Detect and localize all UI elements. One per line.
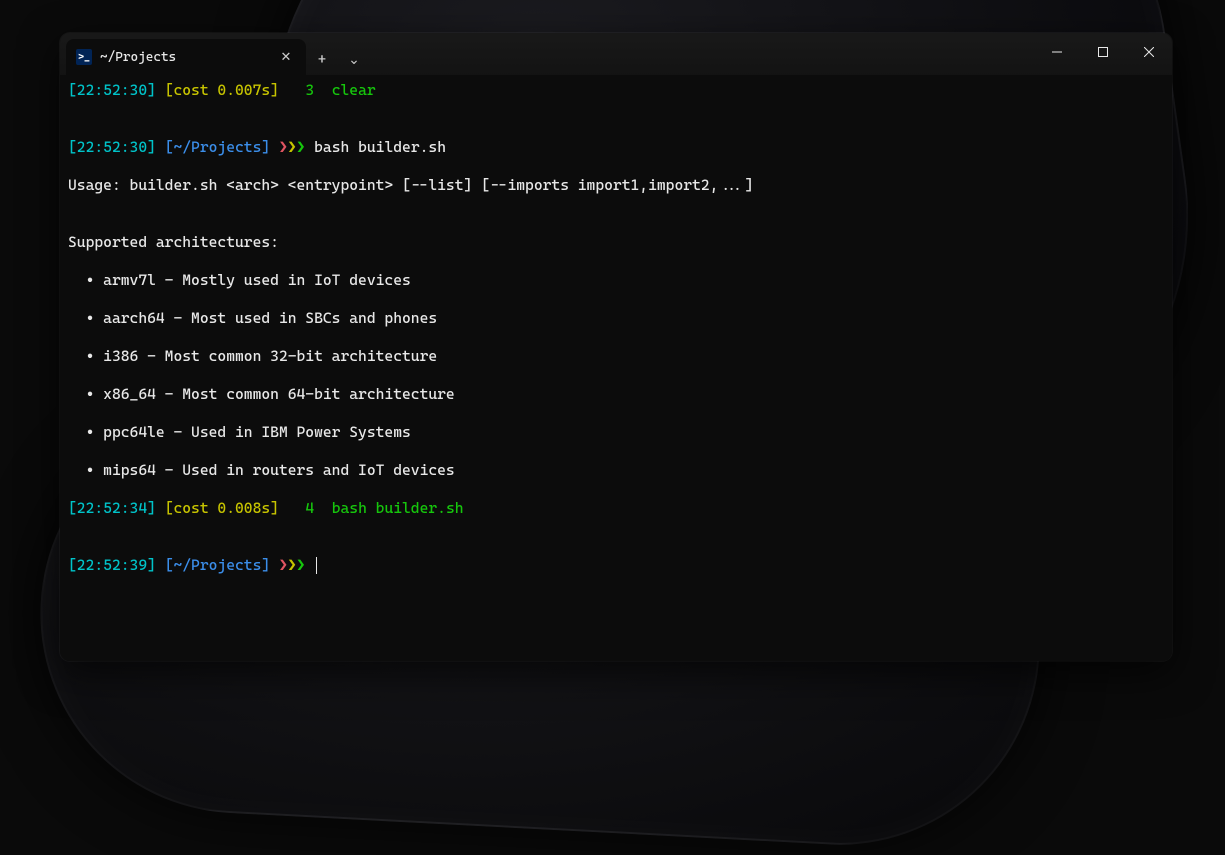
terminal-window: >_ ~/Projects ✕ + ⌄ [22:52:30] [cost 0.0…: [60, 33, 1172, 661]
prompt-chevron-icon: ❯: [288, 556, 297, 574]
terminal-output[interactable]: [22:52:30] [cost 0.007s] 3 clear [22:52:…: [60, 75, 1172, 661]
powershell-icon: >_: [76, 49, 92, 65]
prev-command: clear: [332, 81, 376, 99]
prompt-chevron-icon: ❯: [297, 556, 306, 574]
output-line: • armv7l - Mostly used in IoT devices: [68, 271, 1164, 290]
cwd-path: [~/Projects]: [165, 138, 270, 156]
output-line: • ppc64le - Used in IBM Power Systems: [68, 423, 1164, 442]
tab-actions: + ⌄: [306, 45, 370, 75]
window-controls: [1034, 33, 1172, 75]
output-line: • aarch64 - Most used in SBCs and phones: [68, 309, 1164, 328]
prompt-chevron-icon: ❯: [288, 138, 297, 156]
new-tab-button[interactable]: +: [306, 45, 338, 75]
history-number: 4: [305, 499, 314, 517]
prompt-chevron-icon: ❯: [279, 138, 288, 156]
history-number: 3: [305, 81, 314, 99]
tab-dropdown-button[interactable]: ⌄: [338, 45, 370, 75]
titlebar[interactable]: >_ ~/Projects ✕ + ⌄: [60, 33, 1172, 75]
cost-badge: [cost 0.008s]: [165, 499, 279, 517]
command-text: bash builder.sh: [314, 138, 446, 156]
prev-command: bash builder.sh: [332, 499, 464, 517]
maximize-button[interactable]: [1080, 37, 1126, 67]
output-line: • i386 - Most common 32-bit architecture: [68, 347, 1164, 366]
tab-strip: >_ ~/Projects ✕ + ⌄: [60, 33, 370, 75]
close-window-button[interactable]: [1126, 37, 1172, 67]
tab-title: ~/Projects: [100, 50, 268, 65]
output-line: Supported architectures:: [68, 233, 1164, 252]
output-line: Usage: builder.sh <arch> <entrypoint> [-…: [68, 176, 1164, 195]
output-line: • x86_64 - Most common 64-bit architectu…: [68, 385, 1164, 404]
cost-badge: [cost 0.007s]: [165, 81, 279, 99]
tab-close-button[interactable]: ✕: [276, 47, 296, 67]
prompt-chevron-icon: ❯: [297, 138, 306, 156]
timestamp: [22:52:30]: [68, 81, 156, 99]
output-line: • mips64 - Used in routers and IoT devic…: [68, 461, 1164, 480]
timestamp: [22:52:30]: [68, 138, 156, 156]
prompt-chevron-icon: ❯: [279, 556, 288, 574]
timestamp: [22:52:39]: [68, 556, 156, 574]
cursor: [316, 557, 317, 574]
minimize-button[interactable]: [1034, 37, 1080, 67]
cwd-path: [~/Projects]: [165, 556, 270, 574]
timestamp: [22:52:34]: [68, 499, 156, 517]
tab-active[interactable]: >_ ~/Projects ✕: [66, 39, 306, 75]
